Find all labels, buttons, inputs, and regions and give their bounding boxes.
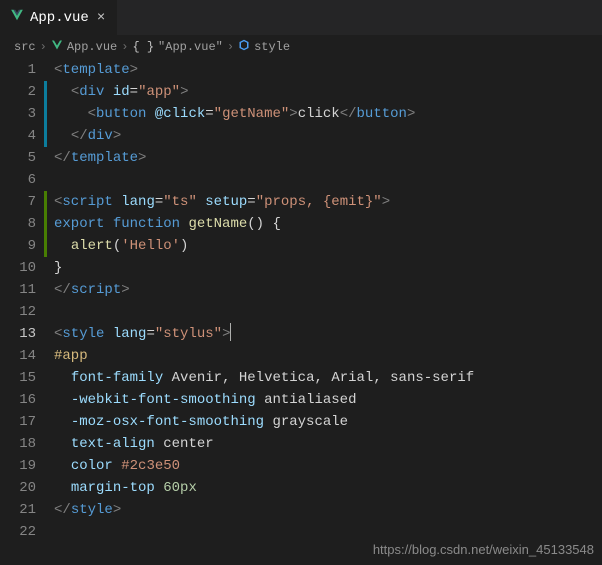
line-number: 17 — [0, 411, 36, 433]
code-line[interactable]: </template> — [54, 147, 602, 169]
code-area[interactable]: <template> <div id="app"> <button @click… — [54, 59, 602, 543]
line-number: 16 — [0, 389, 36, 411]
line-number: 3 — [0, 103, 36, 125]
chevron-right-icon: › — [121, 40, 128, 54]
line-number: 22 — [0, 521, 36, 543]
file-tab[interactable]: App.vue × — [0, 0, 118, 35]
code-line[interactable]: <div id="app"> — [54, 81, 602, 103]
code-line[interactable]: #app — [54, 345, 602, 367]
line-number: 6 — [0, 169, 36, 191]
line-number: 9 — [0, 235, 36, 257]
code-line[interactable]: </script> — [54, 279, 602, 301]
line-number: 11 — [0, 279, 36, 301]
breadcrumb-section[interactable]: "App.vue" — [158, 40, 223, 54]
code-line[interactable]: font-family Avenir, Helvetica, Arial, sa… — [54, 367, 602, 389]
code-line[interactable]: color #2c3e50 — [54, 455, 602, 477]
line-number: 15 — [0, 367, 36, 389]
breadcrumbs[interactable]: src › App.vue › { } "App.vue" › style — [0, 35, 602, 59]
tab-filename: App.vue — [30, 10, 89, 26]
code-line[interactable]: -moz-osx-font-smoothing grayscale — [54, 411, 602, 433]
vue-icon — [10, 8, 24, 27]
line-number: 8 — [0, 213, 36, 235]
close-icon[interactable]: × — [95, 10, 107, 26]
line-number: 21 — [0, 499, 36, 521]
symbol-icon — [238, 39, 250, 55]
line-number: 5 — [0, 147, 36, 169]
code-line[interactable]: </div> — [54, 125, 602, 147]
breadcrumb-file[interactable]: App.vue — [67, 40, 117, 54]
code-line[interactable] — [54, 521, 602, 543]
code-line[interactable]: </style> — [54, 499, 602, 521]
line-number: 18 — [0, 433, 36, 455]
code-line[interactable]: alert('Hello') — [54, 235, 602, 257]
code-line[interactable]: margin-top 60px — [54, 477, 602, 499]
code-line[interactable] — [54, 301, 602, 323]
line-number: 4 — [0, 125, 36, 147]
code-line[interactable]: <style lang="stylus"> — [54, 323, 602, 345]
breadcrumb-symbol[interactable]: style — [254, 40, 290, 54]
chevron-right-icon: › — [40, 40, 47, 54]
code-line[interactable]: -webkit-font-smoothing antialiased — [54, 389, 602, 411]
chevron-right-icon: › — [227, 40, 234, 54]
line-number: 19 — [0, 455, 36, 477]
line-number: 10 — [0, 257, 36, 279]
code-line[interactable]: text-align center — [54, 433, 602, 455]
code-line[interactable]: export function getName() { — [54, 213, 602, 235]
editor[interactable]: 12345678910111213141516171819202122 <tem… — [0, 59, 602, 543]
line-number: 7 — [0, 191, 36, 213]
code-line[interactable]: <button @click="getName">click</button> — [54, 103, 602, 125]
line-number: 1 — [0, 59, 36, 81]
braces-icon: { } — [132, 40, 154, 54]
line-number: 13 — [0, 323, 36, 345]
code-line[interactable]: } — [54, 257, 602, 279]
watermark: https://blog.csdn.net/weixin_45133548 — [373, 542, 594, 557]
cursor — [230, 323, 231, 341]
code-line[interactable] — [54, 169, 602, 191]
line-number: 12 — [0, 301, 36, 323]
vue-icon — [51, 39, 63, 55]
tab-bar: App.vue × — [0, 0, 602, 35]
line-number: 14 — [0, 345, 36, 367]
line-number: 2 — [0, 81, 36, 103]
breadcrumb-folder[interactable]: src — [14, 40, 36, 54]
line-number: 20 — [0, 477, 36, 499]
code-line[interactable]: <script lang="ts" setup="props, {emit}"> — [54, 191, 602, 213]
code-line[interactable]: <template> — [54, 59, 602, 81]
